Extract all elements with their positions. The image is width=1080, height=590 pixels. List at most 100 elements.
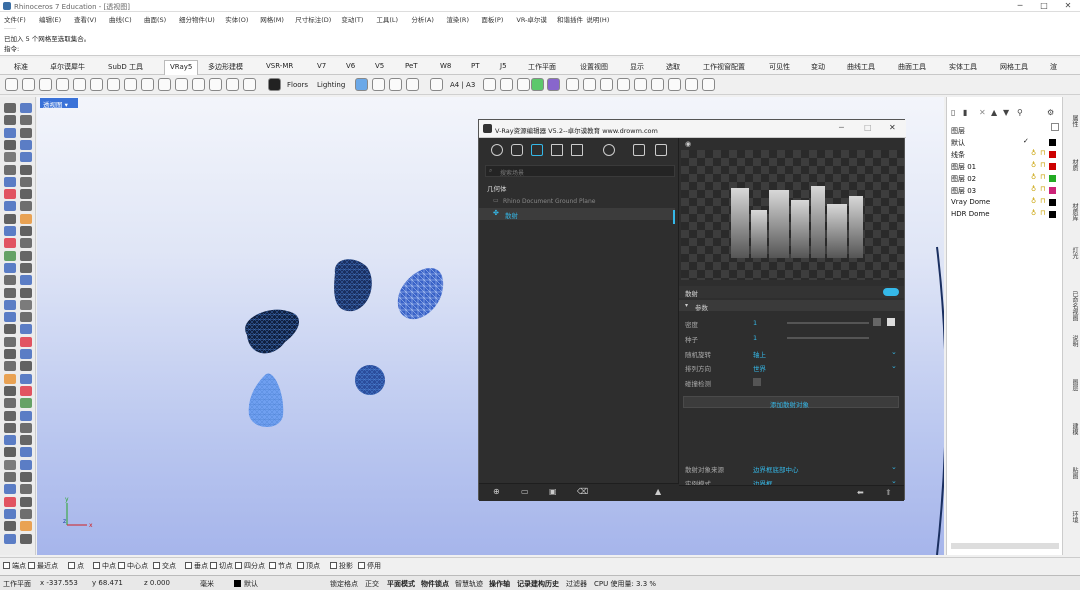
tab-11[interactable]: PT xyxy=(471,62,480,70)
tool-icon-10[interactable] xyxy=(4,164,16,175)
vray-minimize-icon[interactable]: ─ xyxy=(839,123,844,132)
layer-row[interactable]: 默认 ✓ xyxy=(951,137,1061,149)
tool-icon-69[interactable] xyxy=(20,521,32,532)
viewport-tab[interactable]: 透视图 ▾ xyxy=(40,98,78,109)
snap-12[interactable]: 停用 xyxy=(358,561,381,571)
snap-8[interactable]: 四分点 xyxy=(235,561,265,571)
tool-icon-51[interactable] xyxy=(20,410,32,421)
snap-checkbox[interactable] xyxy=(68,562,75,569)
snap-checkbox[interactable] xyxy=(297,562,304,569)
tab-1[interactable]: 卓尔谟犀牛 xyxy=(50,62,85,72)
move-down-icon[interactable]: ▼ xyxy=(1003,108,1009,117)
scatter-icon[interactable] xyxy=(192,78,205,91)
tab-5[interactable]: VSR-MR xyxy=(266,62,293,70)
tool-icon-27[interactable] xyxy=(20,262,32,273)
tool-icon-65[interactable] xyxy=(20,496,32,507)
tool-icon-40[interactable] xyxy=(4,349,16,359)
panel-tab-1[interactable]: 材质 xyxy=(1065,159,1079,171)
view-icon-3[interactable] xyxy=(600,78,613,91)
tool-icon-49[interactable] xyxy=(20,398,32,409)
view-icon-1[interactable] xyxy=(566,78,579,91)
lock-icon[interactable]: ⊓ xyxy=(1040,185,1045,193)
tool-icon-43[interactable] xyxy=(20,361,32,372)
up-arrow-icon[interactable]: ⬆ xyxy=(885,488,892,497)
geometry-icon[interactable] xyxy=(175,78,188,91)
lock-icon[interactable]: ⊓ xyxy=(1040,161,1045,169)
tool-icon-58[interactable] xyxy=(4,459,16,470)
tool-icon-2[interactable] xyxy=(4,115,16,126)
vray-close-icon[interactable]: ✕ xyxy=(889,123,896,132)
status-smarttrack[interactable]: 智慧轨迹 xyxy=(455,579,483,589)
add-scatter-object-button[interactable]: 添加散射对象 xyxy=(683,396,899,409)
tab-24[interactable]: 渲 xyxy=(1050,62,1057,72)
print-icon[interactable] xyxy=(56,78,69,91)
layer-color-swatch[interactable] xyxy=(1049,199,1056,206)
vray-textures-icon[interactable] xyxy=(551,144,563,156)
filter-icon[interactable]: ⚲ xyxy=(1017,108,1023,117)
status-layer[interactable]: 默认 xyxy=(244,579,258,589)
visibility-bulb-icon[interactable]: ♁ xyxy=(1031,185,1036,193)
vray-geometry-icon[interactable] xyxy=(531,144,543,156)
status-osnap[interactable]: 物件锁点 xyxy=(421,579,449,589)
snap-0[interactable]: 端点 xyxy=(3,561,26,571)
grid-icon[interactable] xyxy=(406,78,419,91)
render-view-icon[interactable] xyxy=(355,78,368,91)
snap-6[interactable]: 垂点 xyxy=(185,561,208,571)
folder-icon[interactable]: ▭ xyxy=(521,487,529,496)
tool-icon-28[interactable] xyxy=(4,275,16,286)
tool-icon-25[interactable] xyxy=(20,250,32,261)
snap-1[interactable]: 最近点 xyxy=(28,561,58,571)
snap-2[interactable]: 点 xyxy=(68,561,84,571)
tool-icon-53[interactable] xyxy=(20,422,32,433)
tool-icon-22[interactable] xyxy=(4,238,16,249)
tool-icon-36[interactable] xyxy=(4,324,16,335)
layer-color-swatch[interactable] xyxy=(1049,139,1056,146)
vray-search-box[interactable]: ⌕ 搜索场景 xyxy=(485,165,675,177)
maximize-button[interactable]: □ xyxy=(1032,0,1056,12)
tool-icon-39[interactable] xyxy=(20,336,32,347)
tool-icon-67[interactable] xyxy=(20,508,32,519)
close-button[interactable]: ✕ xyxy=(1056,0,1080,12)
layer-settings-icon[interactable]: ⚙ xyxy=(1047,108,1054,117)
snap-11[interactable]: 投影 xyxy=(330,561,353,571)
layer-color-swatch[interactable] xyxy=(1049,175,1056,182)
layer-row[interactable]: 图层 02 ♁ ⊓ xyxy=(951,173,1061,185)
minimize-button[interactable]: ─ xyxy=(1008,0,1032,12)
view-icon-4[interactable] xyxy=(617,78,630,91)
add-asset-icon[interactable]: ⊕ xyxy=(493,487,500,496)
snap-4[interactable]: 中心点 xyxy=(118,561,148,571)
tool-icon-6[interactable] xyxy=(4,139,16,150)
panel-tab-2[interactable]: 材质库 xyxy=(1065,203,1079,221)
vray-maximize-icon[interactable]: □ xyxy=(864,123,872,132)
tool-icon-8[interactable] xyxy=(4,152,16,163)
mesh-plugin-icon[interactable] xyxy=(531,78,544,91)
tool-icon-3[interactable] xyxy=(20,115,32,126)
visibility-bulb-icon[interactable]: ♁ xyxy=(1031,161,1036,169)
snap-checkbox[interactable] xyxy=(153,562,160,569)
snap-7[interactable]: 切点 xyxy=(210,561,233,571)
instance-mode-dropdown-icon[interactable]: ⌄ xyxy=(891,477,897,485)
paper-size-label[interactable]: A4 | A3 xyxy=(450,81,475,89)
params-group[interactable]: ▾ 参数 xyxy=(679,300,904,312)
tool-icon-41[interactable] xyxy=(20,349,32,359)
vray-environment-icon[interactable] xyxy=(571,144,583,156)
tool-icon-54[interactable] xyxy=(4,435,16,446)
tool-icon-1[interactable] xyxy=(20,103,32,113)
new-sublayer-icon[interactable]: ▮ xyxy=(963,108,967,117)
snap-checkbox[interactable] xyxy=(185,562,192,569)
view-icon-7[interactable] xyxy=(668,78,681,91)
floors-label[interactable]: Floors xyxy=(287,81,308,89)
delete-asset-icon[interactable]: ⌫ xyxy=(577,487,588,496)
tool-icon-14[interactable] xyxy=(4,189,16,200)
tool-icon-9[interactable] xyxy=(20,152,32,163)
tab-2[interactable]: SubD 工具 xyxy=(108,62,143,72)
seed-slider[interactable] xyxy=(787,337,869,339)
panel-tab-8[interactable]: 贴图 xyxy=(1065,467,1079,479)
tool-icon-0[interactable] xyxy=(4,103,16,113)
tool-icon-23[interactable] xyxy=(20,238,32,249)
snap-9[interactable]: 节点 xyxy=(269,561,292,571)
zz-plugin-icon[interactable] xyxy=(547,78,560,91)
tool-icon-50[interactable] xyxy=(4,410,16,421)
vray-list-scrollbar[interactable] xyxy=(673,210,675,224)
tool-icon-24[interactable] xyxy=(4,250,16,261)
